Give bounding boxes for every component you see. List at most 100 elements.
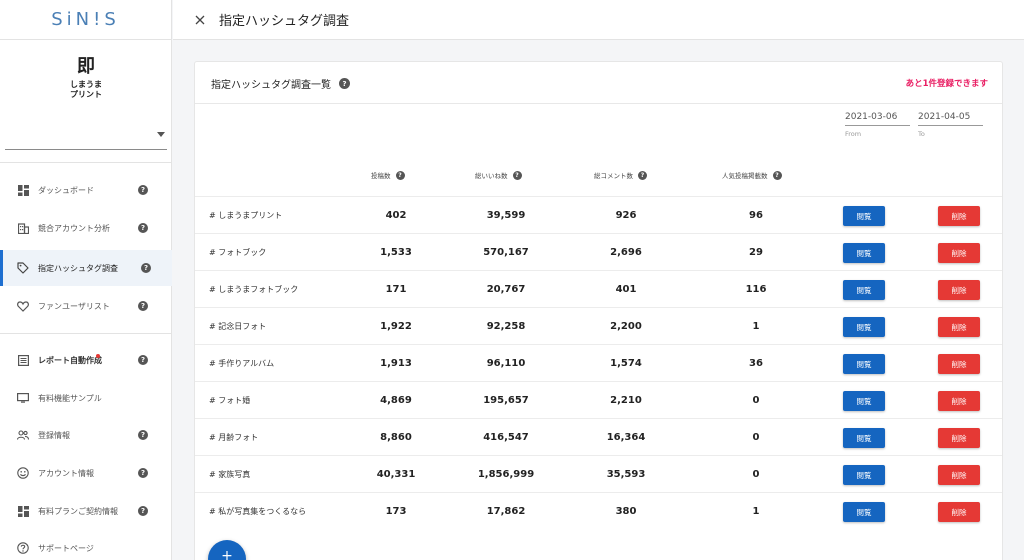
sidebar-item-label: 指定ハッシュタグ調査 — [38, 263, 118, 273]
posts-count: 1,533 — [380, 247, 412, 258]
likes-count: 39,599 — [486, 210, 526, 221]
posts-count: 1,922 — [380, 321, 412, 332]
posts-count: 8,860 — [380, 432, 412, 443]
delete-button[interactable]: 削除 — [938, 428, 980, 448]
help-icon[interactable]: ? — [138, 468, 148, 478]
help-icon[interactable]: ? — [395, 170, 405, 180]
view-button[interactable]: 閲覧 — [843, 280, 885, 300]
sidebar-item-dashboard[interactable]: ダッシュボード ? — [0, 172, 172, 208]
people-icon — [17, 429, 29, 441]
likes-count: 20,767 — [486, 284, 526, 295]
view-button[interactable]: 閲覧 — [843, 206, 885, 226]
popular-count: 36 — [749, 358, 763, 369]
hashtag-name: # 月齢フォト — [209, 433, 259, 442]
top-bar: 指定ハッシュタグ調査 — [173, 0, 1024, 40]
column-header-label: 人気投稿掲載数 — [722, 172, 768, 180]
delete-button[interactable]: 削除 — [938, 243, 980, 263]
close-icon[interactable] — [193, 13, 207, 27]
card-title-text: 指定ハッシュタグ調査一覧 — [211, 80, 331, 91]
account-select[interactable] — [5, 120, 167, 150]
column-header-label: 総コメント数 — [594, 172, 633, 180]
likes-count: 96,110 — [486, 358, 526, 369]
tag-icon — [17, 262, 29, 274]
sidebar-item-auto-report[interactable]: レポート自動作成 ? — [0, 342, 172, 378]
view-button[interactable]: 閲覧 — [843, 317, 885, 337]
help-icon[interactable]: ? — [512, 170, 522, 180]
hashtag-name: # しまうまプリント — [209, 211, 283, 220]
help-icon[interactable]: ? — [138, 506, 148, 516]
date-from-value: 2021-03-06 — [845, 112, 910, 126]
sidebar-item-account-info[interactable]: アカウント情報 ? — [0, 455, 172, 491]
sidebar-item-label: サポートページ — [38, 543, 94, 553]
column-header-posts: 投稿数 ? — [371, 170, 405, 180]
view-button[interactable]: 閲覧 — [843, 391, 885, 411]
help-icon[interactable]: ? — [638, 170, 647, 180]
sidebar-item-support[interactable]: サポートページ — [0, 530, 172, 560]
question-circle-icon — [17, 542, 29, 554]
delete-button[interactable]: 削除 — [938, 354, 980, 374]
popular-count: 116 — [745, 284, 767, 295]
popular-count: 0 — [752, 395, 760, 406]
hashtag-name: # フォト婚 — [209, 396, 251, 405]
table-row: # 月齢フォト 8,860 416,547 16,364 0 閲覧 削除 — [195, 418, 1002, 455]
date-to-field[interactable]: 2021-04-05 To — [918, 112, 983, 138]
view-button[interactable]: 閲覧 — [843, 354, 885, 374]
sidebar-item-registration-info[interactable]: 登録情報 ? — [0, 417, 172, 453]
hashtag-name: # しまうまフォトブック — [209, 285, 299, 294]
sidebar-item-competitor-analysis[interactable]: 競合アカウント分析 ? — [0, 210, 172, 246]
sidebar-item-hashtag-research[interactable]: 指定ハッシュタグ調査 ? — [0, 250, 172, 286]
sidebar: SiN!S 即 しまうま プリント ダッシュボード ? 競合アカウント分析 ? … — [0, 0, 172, 560]
likes-count: 195,657 — [483, 395, 529, 406]
sidebar-item-label: ファンユーザリスト — [38, 301, 110, 311]
hashtag-name: # フォトブック — [209, 248, 267, 257]
help-icon[interactable]: ? — [138, 301, 148, 311]
sidebar-item-label: アカウント情報 — [38, 468, 94, 478]
posts-count: 4,869 — [380, 395, 412, 406]
table-row: # 手作りアルバム 1,913 96,110 1,574 36 閲覧 削除 — [195, 344, 1002, 381]
sidebar-item-paid-plan[interactable]: 有料プランご契約情報 ? — [0, 493, 172, 529]
view-button[interactable]: 閲覧 — [843, 428, 885, 448]
delete-button[interactable]: 削除 — [938, 502, 980, 522]
help-icon[interactable]: ? — [138, 355, 148, 365]
column-header-popular: 人気投稿掲載数 ? — [722, 170, 782, 180]
smile-icon — [17, 467, 29, 479]
dashboard-icon — [17, 505, 29, 517]
view-button[interactable]: 閲覧 — [843, 465, 885, 485]
help-icon[interactable]: ? — [138, 185, 148, 195]
table-row: # 家族写真 40,331 1,856,999 35,593 0 閲覧 削除 — [195, 455, 1002, 492]
delete-button[interactable]: 削除 — [938, 391, 980, 411]
hashtag-name: # 手作りアルバム — [209, 359, 275, 368]
card-title: 指定ハッシュタグ調査一覧 ? — [211, 76, 350, 91]
comments-count: 1,574 — [610, 358, 642, 369]
account-name: しまうま プリント — [70, 80, 102, 99]
dashboard-icon — [17, 184, 29, 196]
likes-count: 17,862 — [486, 506, 526, 517]
help-icon[interactable]: ? — [141, 263, 151, 273]
sidebar-item-paid-sample[interactable]: 有料機能サンプル — [0, 380, 172, 416]
posts-count: 1,913 — [380, 358, 412, 369]
logo-area: SiN!S — [0, 0, 171, 40]
delete-button[interactable]: 削除 — [938, 317, 980, 337]
popular-count: 0 — [752, 469, 760, 480]
help-icon[interactable]: ? — [138, 430, 148, 440]
help-icon[interactable]: ? — [772, 170, 782, 180]
help-icon[interactable]: ? — [339, 78, 350, 89]
view-button[interactable]: 閲覧 — [843, 502, 885, 522]
posts-count: 171 — [385, 284, 407, 295]
likes-count: 570,167 — [483, 247, 529, 258]
table-row: # しまうまフォトブック 171 20,767 401 116 閲覧 削除 — [195, 270, 1002, 307]
delete-button[interactable]: 削除 — [938, 465, 980, 485]
hashtag-name: # 家族写真 — [209, 470, 251, 479]
posts-count: 402 — [385, 210, 407, 221]
app-logo[interactable]: SiN!S — [51, 9, 120, 30]
view-button[interactable]: 閲覧 — [843, 243, 885, 263]
date-from-field[interactable]: 2021-03-06 From — [845, 112, 910, 138]
delete-button[interactable]: 削除 — [938, 206, 980, 226]
likes-count: 92,258 — [486, 321, 526, 332]
posts-count: 40,331 — [376, 469, 416, 480]
delete-button[interactable]: 削除 — [938, 280, 980, 300]
caret-down-icon — [157, 132, 165, 137]
help-icon[interactable]: ? — [138, 223, 148, 233]
sidebar-item-fan-users[interactable]: ファンユーザリスト ? — [0, 288, 172, 324]
card-divider — [195, 103, 1002, 104]
